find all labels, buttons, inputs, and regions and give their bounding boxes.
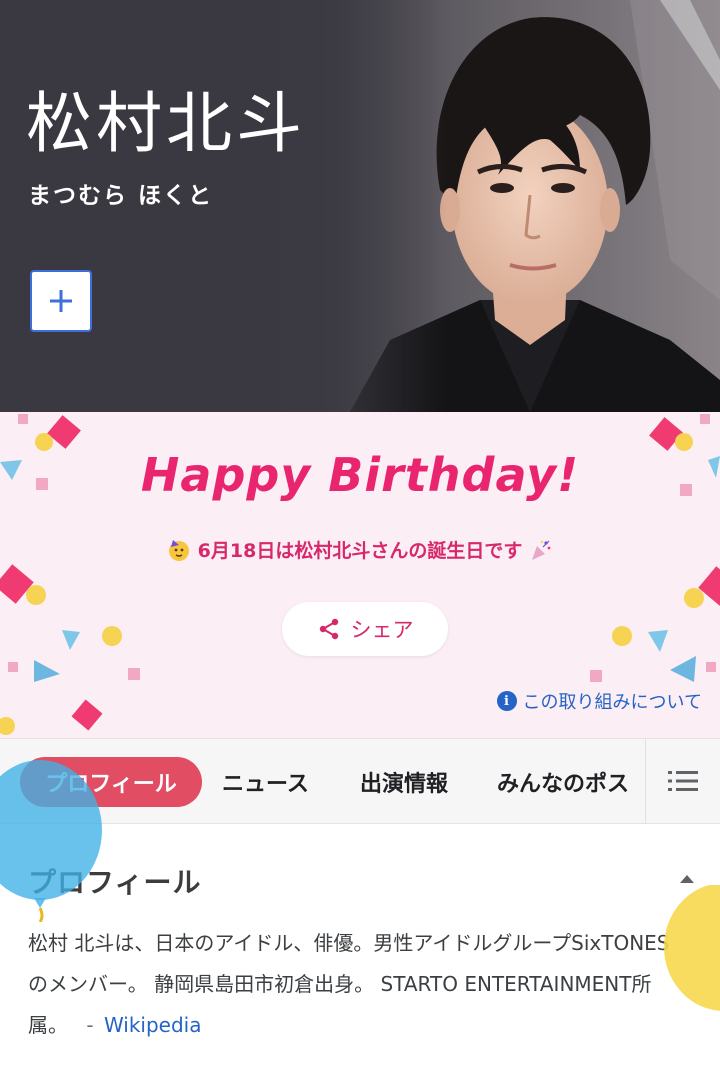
about-initiative-link[interactable]: i この取り組みについて — [496, 688, 702, 714]
share-icon — [319, 618, 338, 640]
profile-section: プロフィール 松村 北斗は、日本のアイドル、俳優。男性アイドルグループSixTO… — [0, 825, 720, 1070]
section-tabs: プロフィール ニュース 出演情報 みんなのポス — [0, 738, 720, 824]
share-button[interactable]: シェア — [282, 602, 448, 656]
wikipedia-link[interactable]: Wikipedia — [104, 1013, 202, 1037]
tab-posts[interactable]: みんなのポス — [497, 757, 641, 807]
knowledge-panel: 松村北斗 まつむら ほくと Happy Birthday! 6月18日は松村北斗… — [0, 0, 720, 1070]
profile-description: 松村 北斗は、日本のアイドル、俳優。男性アイドルグループSixTONESのメンバ… — [28, 923, 678, 1046]
entity-reading: まつむら ほくと — [28, 183, 214, 209]
plus-icon — [50, 290, 72, 312]
tab-news[interactable]: ニュース — [222, 757, 309, 807]
about-initiative-label: この取り組みについて — [522, 692, 702, 713]
source-separator: - — [86, 1013, 94, 1037]
entity-name: 松村北斗 — [26, 85, 306, 162]
chevron-up-icon[interactable] — [678, 873, 696, 885]
birthday-message: 6月18日は松村北斗さんの誕生日です — [0, 536, 720, 563]
birthday-message-text: 6月18日は松村北斗さんの誕生日です — [197, 540, 523, 562]
tab-profile[interactable]: プロフィール — [20, 757, 202, 807]
tab-appearances[interactable]: 出演情報 — [360, 757, 448, 807]
party-popper-icon — [531, 540, 551, 560]
follow-button[interactable] — [30, 270, 92, 332]
tab-menu-button[interactable] — [645, 739, 720, 823]
profile-heading: プロフィール — [28, 866, 202, 899]
birthday-title: Happy Birthday! — [140, 448, 580, 502]
list-menu-icon — [668, 771, 698, 791]
info-icon: i — [496, 691, 517, 711]
share-label: シェア — [350, 618, 414, 642]
birthday-banner: Happy Birthday! 6月18日は松村北斗さんの誕生日です シェア i… — [0, 412, 720, 738]
hero-header: 松村北斗 まつむら ほくと — [0, 0, 720, 412]
party-face-icon — [169, 540, 190, 561]
